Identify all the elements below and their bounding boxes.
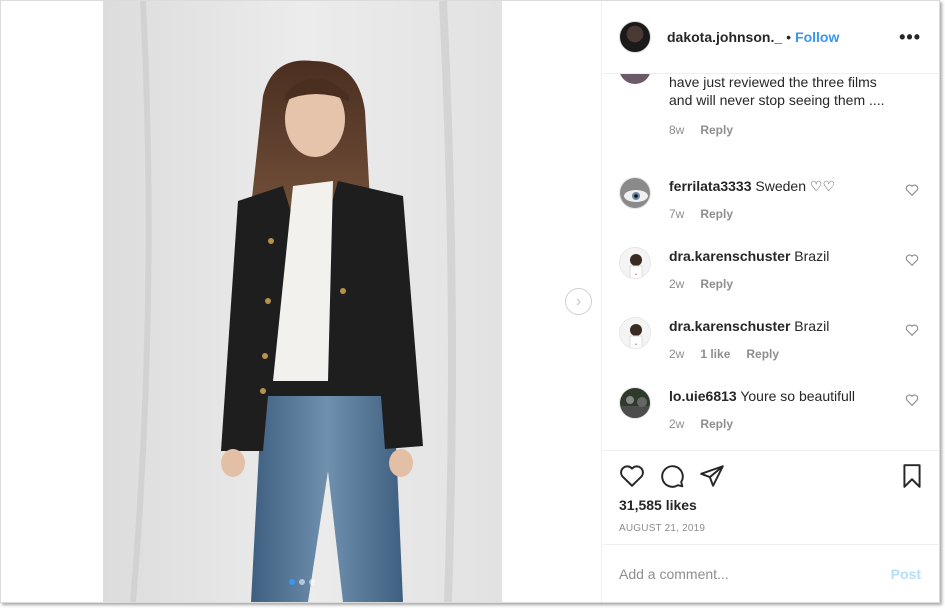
heart-icon[interactable] (905, 253, 919, 267)
likes-count[interactable]: 31,585 likes (619, 497, 697, 513)
comment-meta: 7w Reply (669, 207, 733, 221)
comment-username[interactable]: lo.uie6813 (669, 388, 737, 404)
add-comment-section: Post (603, 544, 939, 602)
avatar[interactable]: • (619, 317, 651, 349)
post-window: › dakota.johnson._ • Follow ••• have jus… (0, 0, 940, 603)
comment-icon[interactable] (659, 463, 685, 489)
comment-text: Youre so beautifull (740, 388, 856, 404)
comment-partial: have just reviewed the three films and w… (669, 74, 899, 139)
comment-text: Brazil (794, 248, 830, 264)
avatar[interactable] (619, 387, 651, 419)
media-area: › (1, 1, 602, 602)
photo-illustration (103, 1, 502, 602)
next-image-button[interactable]: › (565, 288, 592, 315)
comment-likes[interactable]: 1 like (700, 347, 730, 361)
post-header: dakota.johnson._ • Follow ••• (603, 1, 939, 74)
comment-input[interactable] (619, 563, 869, 585)
bookmark-icon[interactable] (899, 463, 925, 489)
comment-meta: 2w 1 like Reply (669, 347, 779, 361)
post-button[interactable]: Post (891, 566, 921, 582)
post-actions: 31,585 likes AUGUST 21, 2019 (603, 450, 939, 544)
comment-text: Sweden ♡♡ (755, 178, 835, 194)
comment-body: ferrilata3333 Sweden ♡♡ (669, 177, 889, 195)
chevron-right-icon: › (575, 292, 582, 310)
heart-icon[interactable] (905, 183, 919, 197)
post-date: AUGUST 21, 2019 (619, 523, 706, 534)
post-photo[interactable] (103, 1, 502, 602)
reply-button[interactable]: Reply (700, 207, 733, 221)
comment-time: 2w (669, 417, 685, 431)
reply-button[interactable]: Reply (700, 121, 733, 139)
comment-username[interactable]: dra.karenschuster (669, 248, 790, 264)
comment-time: 8w (669, 123, 685, 137)
avatar[interactable]: • (619, 247, 651, 279)
comment-meta: 2w Reply (669, 417, 733, 431)
header-separator: • (786, 29, 792, 45)
comment-text: have just reviewed the three films and w… (669, 74, 885, 108)
reply-button[interactable]: Reply (700, 277, 733, 291)
post-sidebar: dakota.johnson._ • Follow ••• have just … (603, 1, 939, 602)
svg-text:•: • (635, 272, 637, 278)
carousel-dot[interactable] (299, 579, 305, 585)
svg-text:•: • (635, 342, 637, 348)
comment-time: 2w (669, 347, 685, 361)
follow-button[interactable]: Follow (795, 29, 839, 45)
author-username[interactable]: dakota.johnson._ (667, 29, 782, 45)
heart-icon[interactable] (905, 323, 919, 337)
heart-icon[interactable] (905, 393, 919, 407)
comment-body: lo.uie6813 Youre so beautifull (669, 387, 889, 405)
carousel-dots (289, 579, 315, 585)
avatar[interactable] (619, 74, 651, 84)
comment-body: dra.karenschuster Brazil (669, 317, 889, 335)
avatar[interactable] (619, 177, 651, 209)
comment-time: 7w (669, 207, 685, 221)
comment-username[interactable]: dra.karenschuster (669, 318, 790, 334)
carousel-dot[interactable] (289, 579, 295, 585)
carousel-dot[interactable] (309, 579, 315, 585)
share-icon[interactable] (699, 463, 725, 489)
comment-meta: 2w Reply (669, 277, 733, 291)
more-options-icon[interactable]: ••• (899, 27, 921, 48)
comment-text: Brazil (794, 318, 830, 334)
comments-list[interactable]: have just reviewed the three films and w… (603, 74, 939, 450)
comment-username[interactable]: ferrilata3333 (669, 178, 752, 194)
comment-meta: 8w Reply (669, 121, 899, 139)
reply-button[interactable]: Reply (746, 347, 779, 361)
author-avatar[interactable] (619, 21, 651, 53)
comment-time: 2w (669, 277, 685, 291)
comment-body: dra.karenschuster Brazil (669, 247, 889, 265)
heart-icon[interactable] (619, 463, 645, 489)
reply-button[interactable]: Reply (700, 417, 733, 431)
